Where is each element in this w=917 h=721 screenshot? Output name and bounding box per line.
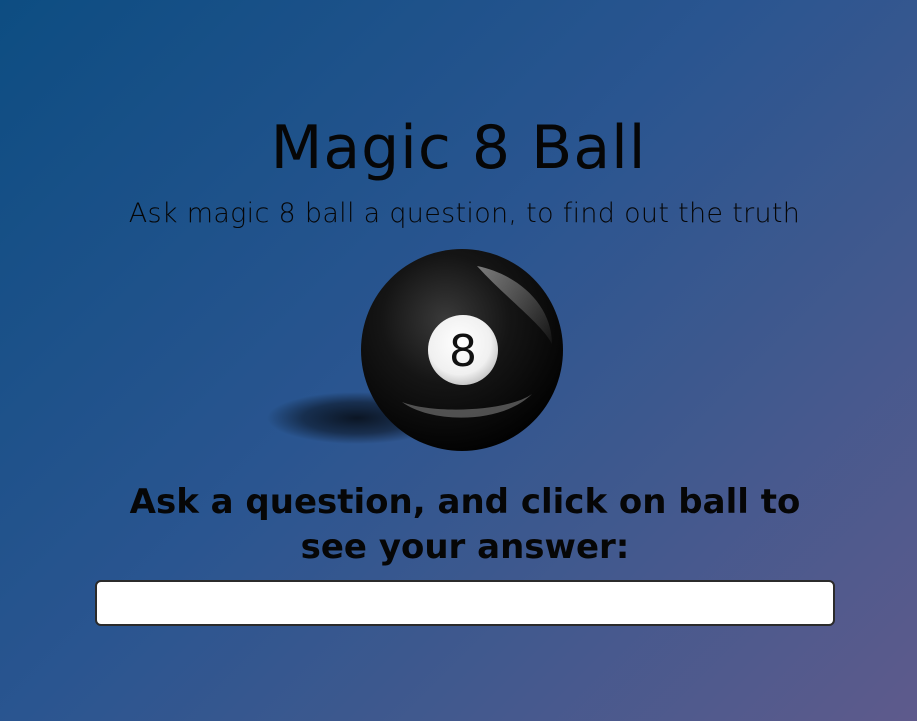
magic-8-ball[interactable]: 8 [262,244,582,464]
page-title: Magic 8 Ball [270,113,647,183]
ball-number: 8 [449,326,477,377]
question-input[interactable] [95,580,835,626]
page-subtitle: Ask magic 8 ball a question, to find out… [128,198,801,229]
question-prompt: Ask a question, and click on ball to see… [129,482,801,567]
eight-ball-icon: 8 [267,249,563,451]
